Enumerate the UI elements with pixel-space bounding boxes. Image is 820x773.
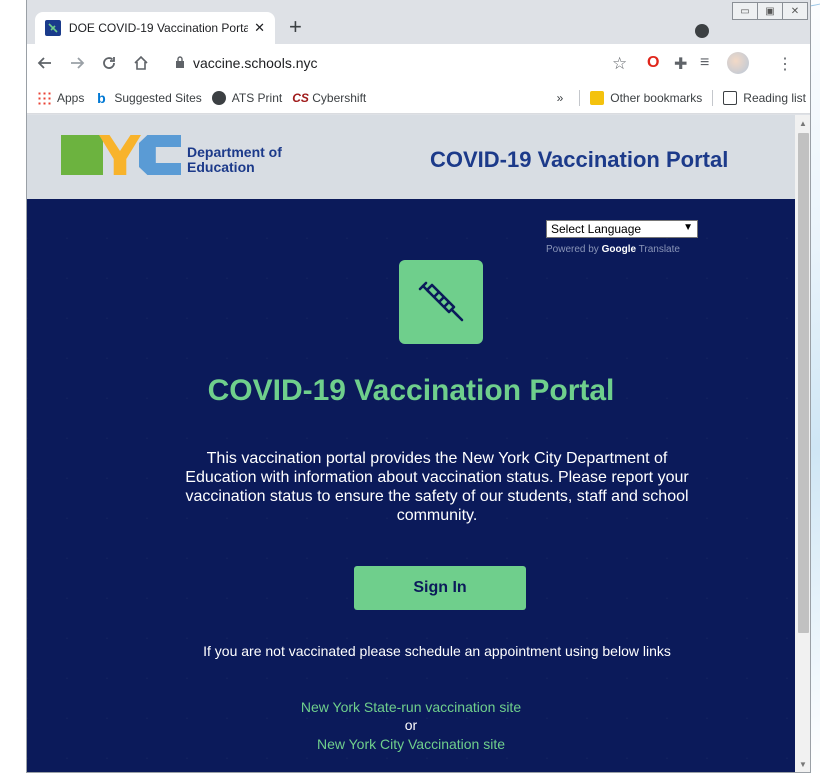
new-tab-button[interactable]: + [289, 16, 302, 38]
bookmark-ats-print[interactable]: ATS Print [211, 90, 283, 105]
bookmarks-divider [579, 89, 581, 106]
menu-kebab-icon[interactable]: ⋮ [777, 54, 793, 74]
header-title: COVID-19 Vaccination Portal [430, 147, 729, 172]
media-queue-icon[interactable]: ≡ [700, 54, 709, 72]
lock-icon [175, 55, 185, 71]
bookmark-star-icon[interactable]: ☆ [612, 54, 627, 74]
bookmark-label: Reading list [743, 90, 806, 105]
apps-grid-icon [37, 90, 51, 105]
translate-text: Translate [636, 244, 680, 255]
bookmark-label: Apps [57, 90, 85, 105]
or-separator: or [404, 717, 418, 733]
close-window-button[interactable]: ✕ [782, 2, 808, 20]
google-translate-attribution: Powered by Google Translate [546, 244, 680, 255]
browser-tab[interactable]: DOE COVID-19 Vaccination Porta ✕ [35, 12, 275, 44]
language-select[interactable]: Select Language ▼ [546, 220, 698, 238]
bookmark-label: Cybershift [312, 90, 367, 105]
folder-icon [590, 90, 605, 105]
tab-close-icon[interactable]: ✕ [254, 20, 265, 36]
tab-title: DOE COVID-19 Vaccination Porta [68, 21, 249, 35]
syringe-favicon-icon [45, 20, 61, 36]
bookmark-apps[interactable]: Apps [37, 90, 85, 105]
bookmark-suggested-sites[interactable]: b Suggested Sites [94, 89, 202, 106]
site-header: Department of Education COVID-19 Vaccina… [27, 115, 795, 199]
scroll-down-arrow-icon[interactable]: ▼ [799, 760, 807, 769]
chevron-down-icon: ▼ [683, 222, 693, 233]
bookmarks-bar: Apps b Suggested Sites ATS Print CS Cybe… [27, 82, 810, 114]
page-scrollbar[interactable]: ▲ ▼ [795, 115, 810, 772]
browser-window: DOE COVID-19 Vaccination Porta ✕ + ▭ ▣ ✕ [26, 0, 811, 773]
nyc-logo-c [139, 135, 181, 175]
minimize-button[interactable]: ▭ [732, 2, 758, 20]
scroll-up-arrow-icon[interactable]: ▲ [799, 119, 807, 128]
syringe-icon [399, 260, 483, 344]
hero-section: Select Language ▼ Powered by Google Tran… [27, 199, 795, 772]
profile-avatar[interactable] [727, 52, 749, 74]
logo-line2: Education [187, 159, 255, 175]
reading-list-icon [723, 90, 738, 105]
google-logo-text[interactable]: Google [602, 244, 636, 255]
language-select-value: Select Language [551, 222, 642, 236]
maximize-button[interactable]: ▣ [757, 2, 783, 20]
bing-icon: b [97, 89, 106, 106]
sign-in-button[interactable]: Sign In [354, 566, 526, 610]
browser-toolbar: vaccine.schools.nyc ☆ O ✚ ≡ ⋮ [27, 44, 810, 82]
home-icon[interactable] [127, 49, 155, 77]
scroll-thumb[interactable] [798, 133, 809, 633]
bookmark-cybershift[interactable]: CS Cybershift [292, 91, 366, 105]
bookmark-other[interactable]: Other bookmarks [590, 90, 703, 105]
nyc-doe-logo[interactable]: Department of Education [61, 135, 282, 175]
tab-strip: DOE COVID-19 Vaccination Porta ✕ + ▭ ▣ ✕ [27, 0, 810, 44]
tab-search-icon[interactable] [695, 24, 709, 38]
nyc-vaccination-link[interactable]: New York City Vaccination site [27, 736, 795, 752]
window-controls: ▭ ▣ ✕ [732, 2, 808, 20]
cybershift-icon: CS [292, 90, 309, 105]
forward-arrow-icon[interactable] [63, 49, 91, 77]
bookmarks-divider [712, 89, 714, 106]
reload-icon[interactable] [95, 49, 123, 77]
globe-icon [211, 90, 226, 105]
doe-logo-text: Department of Education [187, 145, 282, 175]
not-vaccinated-text: If you are not vaccinated please schedul… [203, 643, 671, 659]
bookmark-label: ATS Print [231, 90, 283, 105]
page-title: COVID-19 Vaccination Portal [207, 374, 615, 407]
bookmarks-overflow-button[interactable]: » [557, 91, 564, 105]
reading-list-button[interactable]: Reading list [723, 90, 806, 105]
bookmark-label: Suggested Sites [114, 90, 202, 105]
bookmarks-right: » Other bookmarks Reading list [557, 82, 810, 114]
extensions-puzzle-icon[interactable]: ✚ [674, 54, 687, 74]
opera-extension-icon[interactable]: O [647, 54, 659, 72]
address-bar[interactable]: vaccine.schools.nyc [167, 49, 647, 77]
portal-description: This vaccination portal provides the New… [185, 450, 689, 524]
nys-vaccination-link[interactable]: New York State-run vaccination site [27, 699, 795, 715]
nyc-logo-n [61, 135, 103, 175]
powered-by-text: Powered by [546, 244, 602, 255]
logo-line1: Department of [187, 144, 282, 160]
page-viewport: Department of Education COVID-19 Vaccina… [27, 115, 795, 772]
url-text: vaccine.schools.nyc [193, 55, 318, 71]
back-arrow-icon[interactable] [31, 49, 59, 77]
bookmark-label: Other bookmarks [610, 90, 703, 105]
nyc-logo-y [99, 135, 141, 175]
